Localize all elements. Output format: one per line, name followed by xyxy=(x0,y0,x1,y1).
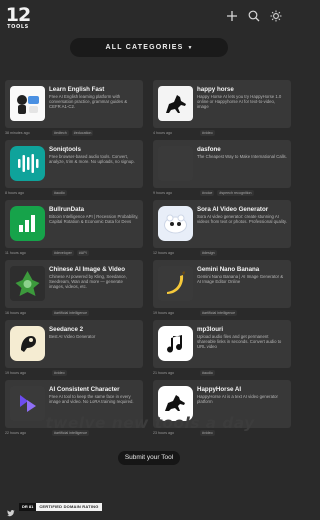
tool-meta: 16 hours ago #artificial intelligence xyxy=(5,309,143,317)
tool-tag[interactable]: #API xyxy=(76,250,89,256)
tool-tag[interactable]: #speech recognition xyxy=(217,190,254,196)
plus-icon[interactable] xyxy=(225,9,239,23)
tool-title: Learn English Fast xyxy=(49,86,105,93)
tool-timestamp: 11 hours ago xyxy=(5,251,26,255)
top-bar: 12 TOOLS xyxy=(0,0,300,36)
tool-card[interactable]: Gemini Nano Banana Gemini Nano Banana | A… xyxy=(153,260,291,308)
tool-card[interactable]: Sora AI Video Generator Sora AI video gen… xyxy=(153,200,291,248)
tool-title: Seedance 2 xyxy=(49,326,84,333)
tool-tag[interactable]: #video xyxy=(200,130,215,136)
tool-title: Chinese AI Image & Video xyxy=(49,266,125,273)
tool-title: dasfone xyxy=(197,146,221,153)
tool-description: The Cheapest Way to Make International C… xyxy=(197,154,287,159)
tool-meta: 8 hours ago #audio xyxy=(5,189,143,197)
seedance-icon xyxy=(10,326,45,361)
categories-label: ALL CATEGORIES xyxy=(105,44,184,51)
tool-tag[interactable]: #edtech xyxy=(52,130,69,136)
tool-card[interactable]: dasfone The Cheapest Way to Make Internat… xyxy=(153,140,291,188)
tool-description: Gemini Nano Banana | AI Image Generator … xyxy=(197,274,284,285)
tool-meta: 21 hours ago #audio xyxy=(153,369,291,377)
tool-meta: 38 minutes ago #edtech #education xyxy=(5,129,143,137)
tool-timestamp: 8 hours ago xyxy=(5,191,24,195)
tool-title: Soniqtools xyxy=(49,146,81,153)
logo-number: 12 xyxy=(5,4,31,26)
submit-tool-button[interactable]: Submit your Tool xyxy=(118,451,180,465)
dr-certified-label: CERTIFIED DOMAIN RATING xyxy=(36,503,102,511)
tool-timestamp: 12 hours ago xyxy=(153,251,174,255)
tool-description: Best AI Video Generator xyxy=(49,334,96,339)
dr-score: DR 81 xyxy=(19,503,37,511)
tool-title: mp3louri xyxy=(197,326,224,333)
bullrun-icon xyxy=(10,206,45,241)
tool-timestamp: 21 hours ago xyxy=(153,371,174,375)
tool-card[interactable]: Soniqtools Free browser-based audio tools… xyxy=(5,140,143,188)
tool-card[interactable]: mp3louri Upload audio files and get perma… xyxy=(153,320,291,368)
tagline: twelve new tools a day xyxy=(45,414,255,432)
tool-timestamp: 16 hours ago xyxy=(5,311,26,315)
tool-description: Happy Horse AI lets you try HappyHorse 1… xyxy=(197,94,282,110)
tool-description: Chinese AI powered by Kling, Seedance, S… xyxy=(49,274,127,290)
tool-description: HappyHorse AI is a text AI video generat… xyxy=(197,394,278,405)
tool-tag[interactable]: #artificial intelligence xyxy=(200,310,238,316)
tool-title: HappyHorse AI xyxy=(197,386,242,393)
tool-card[interactable]: happy horse Happy Horse AI lets you try H… xyxy=(153,80,291,128)
sora-icon xyxy=(158,206,193,241)
tool-title: BullrunData xyxy=(49,206,85,213)
banana-icon xyxy=(158,266,193,301)
tool-meta: 11 hours ago #developer #API xyxy=(5,249,143,257)
tool-tag[interactable]: #artificial intelligence xyxy=(52,310,90,316)
tool-title: happy horse xyxy=(197,86,234,93)
tool-card[interactable]: Chinese AI Image & Video Chinese AI power… xyxy=(5,260,143,308)
tool-tag[interactable]: #video xyxy=(52,370,67,376)
tool-description: Bitcoin Intelligence API | Recession Pro… xyxy=(49,214,139,225)
tool-tag[interactable]: #developer xyxy=(52,250,74,256)
sun-icon[interactable] xyxy=(269,9,283,23)
tool-title: Gemini Nano Banana xyxy=(197,266,260,273)
tool-tag[interactable]: #audio xyxy=(52,190,67,196)
tool-tag[interactable]: #design xyxy=(200,250,217,256)
logo-subtitle: TOOLS xyxy=(7,24,29,30)
soniqtools-icon xyxy=(10,146,45,181)
tool-tag[interactable]: #voice xyxy=(200,190,215,196)
tool-meta: 12 hours ago #design xyxy=(153,249,291,257)
tool-title: Sora AI Video Generator xyxy=(197,206,269,213)
tool-description: Free AI tool to keep the same face in ev… xyxy=(49,394,134,405)
tool-timestamp: 9 hours ago xyxy=(153,191,172,195)
tool-tag[interactable]: #audio xyxy=(200,370,215,376)
tool-card[interactable]: BullrunData Bitcoin Intelligence API | Re… xyxy=(5,200,143,248)
tool-tag[interactable]: #education xyxy=(71,130,94,136)
tool-meta: 19 hours ago #video xyxy=(5,369,143,377)
tool-card[interactable]: Learn English Fast Free AI English learni… xyxy=(5,80,143,128)
tool-card[interactable]: Seedance 2 Best AI Video Generator xyxy=(5,320,143,368)
chevron-down-icon: ▼ xyxy=(187,44,193,51)
dasfone-icon xyxy=(158,146,193,181)
tool-description: Free browser-based audio tools. Convert,… xyxy=(49,154,135,165)
tool-meta: 9 hours ago #voice #speech recognition xyxy=(153,189,291,197)
twitter-icon[interactable] xyxy=(7,504,15,517)
tool-timestamp: 4 hours ago xyxy=(153,131,172,135)
horse-icon xyxy=(158,86,193,121)
domain-rating-badge[interactable]: DR 81 CERTIFIED DOMAIN RATING xyxy=(19,503,102,511)
chinese-ai-icon xyxy=(10,266,45,301)
tool-timestamp: 19 hours ago xyxy=(5,371,26,375)
learn-english-icon xyxy=(10,86,45,121)
tool-description: Upload audio files and get permanent sha… xyxy=(197,334,282,350)
search-icon[interactable] xyxy=(247,9,261,23)
site-logo[interactable]: 12 TOOLS xyxy=(5,6,31,34)
tool-description: Free AI English learning platform with c… xyxy=(49,94,128,110)
tool-meta: 19 hours ago #artificial intelligence xyxy=(153,309,291,317)
tool-timestamp: 38 minutes ago xyxy=(5,131,30,135)
tool-timestamp: 19 hours ago xyxy=(153,311,174,315)
tool-title: AI Consistent Character xyxy=(49,386,120,393)
tool-description: Sora AI video generator: create stunning… xyxy=(197,214,287,225)
tool-meta: 4 hours ago #video xyxy=(153,129,291,137)
all-categories-dropdown[interactable]: ALL CATEGORIES ▼ xyxy=(70,38,228,57)
mp3louri-icon xyxy=(158,326,193,361)
